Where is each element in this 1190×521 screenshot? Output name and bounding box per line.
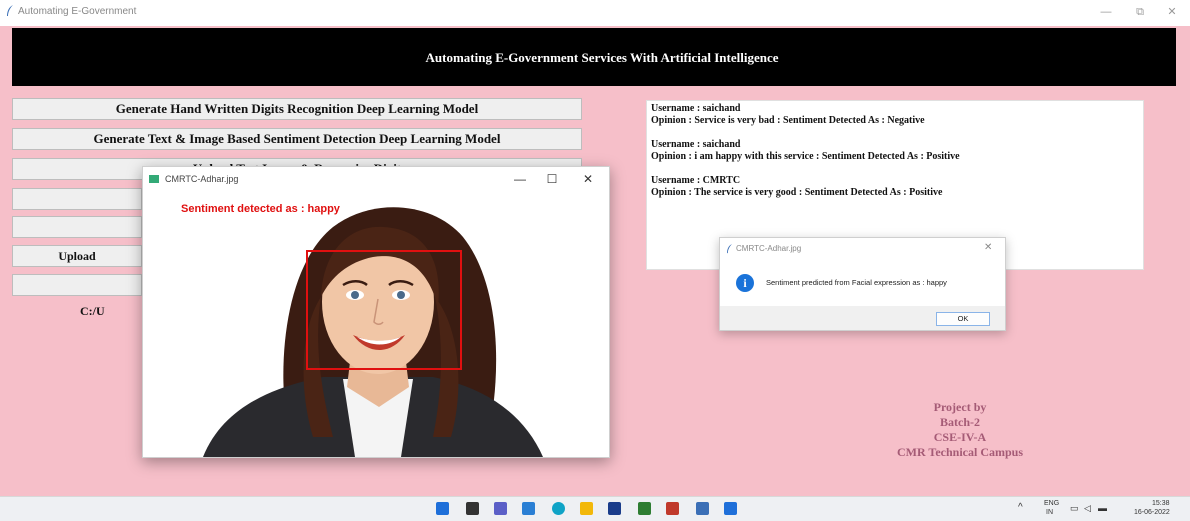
maximize-button[interactable]: ⧉ — [1128, 4, 1152, 20]
tray-chevron-icon[interactable]: ^ — [1018, 502, 1023, 513]
dialog-title: CMRTC-Adhar.jpg — [736, 244, 802, 253]
generate-digits-model-button[interactable]: Generate Hand Written Digits Recognition… — [12, 98, 582, 120]
output-opinion: Opinion : Service is very bad : Sentimen… — [651, 115, 925, 126]
store-icon[interactable] — [522, 502, 535, 515]
file-explorer-icon[interactable] — [580, 502, 593, 515]
project-credits: Project by Batch-2 CSE-IV-A CMR Technica… — [860, 400, 1060, 460]
clock-time[interactable]: 15:38 — [1152, 500, 1170, 507]
image-window-title: CMRTC-Adhar.jpg — [165, 174, 239, 184]
credits-line: CMR Technical Campus — [896, 445, 1024, 459]
credits-line: Project by — [933, 400, 987, 414]
python-app-icon[interactable] — [696, 502, 709, 515]
output-entry: Username : CMRTC Opinion : The service i… — [651, 175, 1139, 199]
generate-sentiment-model-button[interactable]: Generate Text & Image Based Sentiment De… — [12, 128, 582, 150]
action-button-7[interactable] — [12, 274, 142, 296]
message-dialog[interactable]: CMRTC-Adhar.jpg ✕ i Sentiment predicted … — [719, 237, 1006, 331]
start-icon[interactable] — [436, 502, 449, 515]
window-title-bar: Automating E-Government — ⧉ ✕ — [0, 0, 1190, 26]
header-banner: Automating E-Government Services With Ar… — [12, 28, 1176, 86]
language-indicator[interactable]: ENG — [1044, 500, 1059, 507]
minimize-button[interactable]: — — [1094, 4, 1118, 20]
app-icon[interactable] — [666, 502, 679, 515]
upload-button[interactable]: Upload — [12, 245, 142, 267]
output-username: Username : saichand — [651, 103, 741, 114]
output-opinion: Opinion : i am happy with this service :… — [651, 151, 960, 162]
output-username: Username : saichand — [651, 139, 741, 150]
file-path-label: C:/U — [80, 304, 105, 318]
output-entry: Username : saichand Opinion : i am happy… — [651, 139, 1139, 163]
edge-icon[interactable] — [552, 502, 565, 515]
chat-icon[interactable] — [494, 502, 507, 515]
info-icon: i — [736, 274, 754, 292]
window-title: Automating E-Government — [18, 6, 137, 17]
action-button-5[interactable] — [12, 216, 142, 238]
image-window-maximize-button[interactable]: ☐ — [541, 171, 563, 187]
output-opinion: Opinion : The service is very good : Sen… — [651, 187, 943, 198]
action-button-4[interactable] — [12, 188, 142, 210]
app-heading: Automating E-Government Services With Ar… — [425, 50, 779, 65]
image-window-close-button[interactable]: ✕ — [577, 171, 599, 187]
face-photo — [203, 207, 543, 457]
app-icon[interactable] — [608, 502, 621, 515]
image-window-minimize-button[interactable]: — — [509, 171, 531, 187]
sentiment-overlay-text: Sentiment detected as : happy — [181, 203, 340, 215]
close-button[interactable]: ✕ — [1160, 4, 1184, 20]
dialog-message: Sentiment predicted from Facial expressi… — [766, 278, 947, 287]
app-icon[interactable] — [724, 502, 737, 515]
ok-button[interactable]: OK — [936, 312, 990, 326]
battery-icon[interactable]: ▬ — [1098, 503, 1107, 513]
network-icon[interactable]: ▭ — [1070, 503, 1079, 514]
region-indicator: IN — [1046, 509, 1053, 516]
feather-icon — [7, 5, 13, 16]
taskbar — [0, 496, 1190, 521]
credits-line: CSE-IV-A — [933, 430, 987, 444]
task-view-icon[interactable] — [466, 502, 479, 515]
app-icon[interactable] — [638, 502, 651, 515]
image-window[interactable]: CMRTC-Adhar.jpg — ☐ ✕ Sentiment detected… — [142, 166, 610, 458]
volume-icon[interactable]: ◁ — [1084, 503, 1091, 514]
output-username: Username : CMRTC — [651, 175, 741, 186]
clock-date: 16-06-2022 — [1134, 509, 1170, 516]
credits-line: Batch-2 — [940, 415, 980, 429]
feather-icon — [727, 244, 732, 254]
image-window-icon — [149, 175, 159, 183]
output-entry: Username : saichand Opinion : Service is… — [651, 103, 1139, 127]
dialog-close-button[interactable]: ✕ — [984, 242, 992, 253]
